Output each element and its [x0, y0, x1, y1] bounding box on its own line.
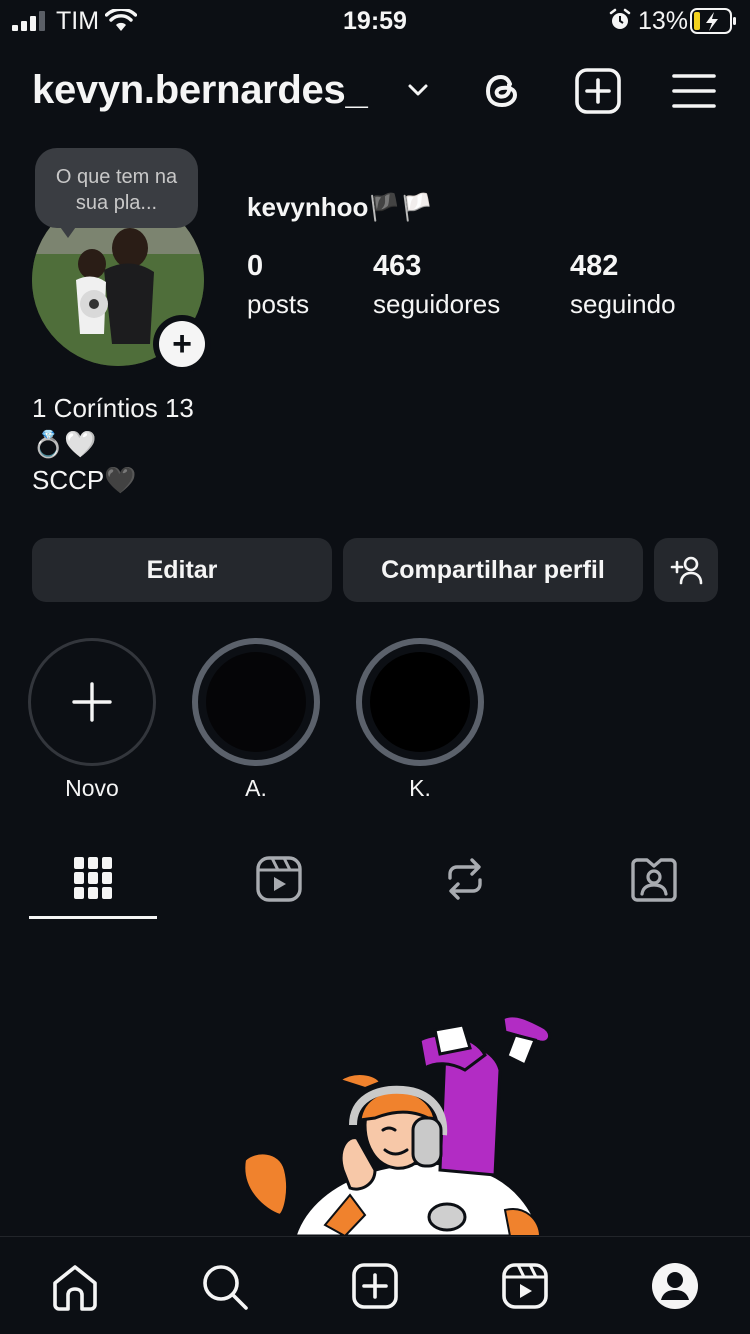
alarm-icon	[609, 8, 631, 29]
create-icon[interactable]	[352, 1263, 398, 1309]
chevron-down-icon[interactable]	[404, 80, 432, 100]
posts-count: 0	[247, 250, 264, 282]
threads-icon[interactable]	[480, 68, 524, 114]
profile-icon[interactable]	[651, 1262, 699, 1310]
followers-count[interactable]: 463	[373, 250, 421, 283]
following-count[interactable]: 482	[570, 250, 618, 283]
bottom-navigation	[0, 1236, 750, 1334]
home-icon[interactable]	[51, 1263, 99, 1311]
note-bubble-tail	[58, 224, 78, 238]
discover-people-button[interactable]	[654, 538, 718, 602]
highlight-cover	[206, 652, 306, 752]
bio: 1 Coríntios 13 💍🤍 SCCP🖤	[32, 390, 194, 498]
new-highlight-button[interactable]	[28, 638, 156, 766]
edit-profile-button[interactable]: Editar	[32, 538, 332, 602]
menu-icon[interactable]	[672, 72, 716, 110]
grid-icon[interactable]	[74, 857, 112, 899]
status-bar: TIM 19:59 13%	[0, 0, 750, 44]
highlight-label: Novo	[65, 775, 119, 801]
followers-label[interactable]: seguidores	[373, 289, 500, 320]
search-icon[interactable]	[201, 1263, 249, 1311]
battery-percent: 13%	[638, 7, 689, 35]
highlight-cover	[370, 652, 470, 752]
highlight-label: K.	[409, 775, 431, 801]
highlight-label: A.	[245, 775, 267, 801]
reels-icon[interactable]	[502, 1263, 548, 1309]
highlight-item[interactable]	[192, 638, 320, 766]
add-person-icon	[670, 556, 703, 585]
empty-state-illustration	[243, 1014, 552, 1236]
reposts-icon[interactable]	[444, 856, 486, 902]
display-name: kevynhoo🏴🏳️	[247, 192, 434, 222]
bio-line: SCCP🖤	[32, 465, 137, 495]
posts-label: posts	[247, 289, 310, 319]
note-bubble[interactable]: O que tem na sua pla...	[35, 148, 198, 228]
create-plus-icon[interactable]	[574, 68, 622, 114]
battery-icon	[690, 8, 736, 34]
add-story-button[interactable]: +	[153, 315, 211, 373]
following-label[interactable]: seguindo	[570, 289, 676, 320]
share-profile-button[interactable]: Compartilhar perfil	[343, 538, 643, 602]
plus-icon: +	[159, 321, 205, 367]
bio-line: 💍🤍	[32, 429, 97, 459]
tagged-icon[interactable]	[631, 856, 677, 902]
bio-line: 1 Coríntios 13	[32, 393, 194, 423]
active-tab-indicator	[29, 916, 157, 919]
reels-icon[interactable]	[256, 856, 302, 902]
username-title[interactable]: kevyn.bernardes_	[32, 68, 368, 113]
plus-icon	[72, 682, 112, 722]
highlight-item[interactable]	[356, 638, 484, 766]
